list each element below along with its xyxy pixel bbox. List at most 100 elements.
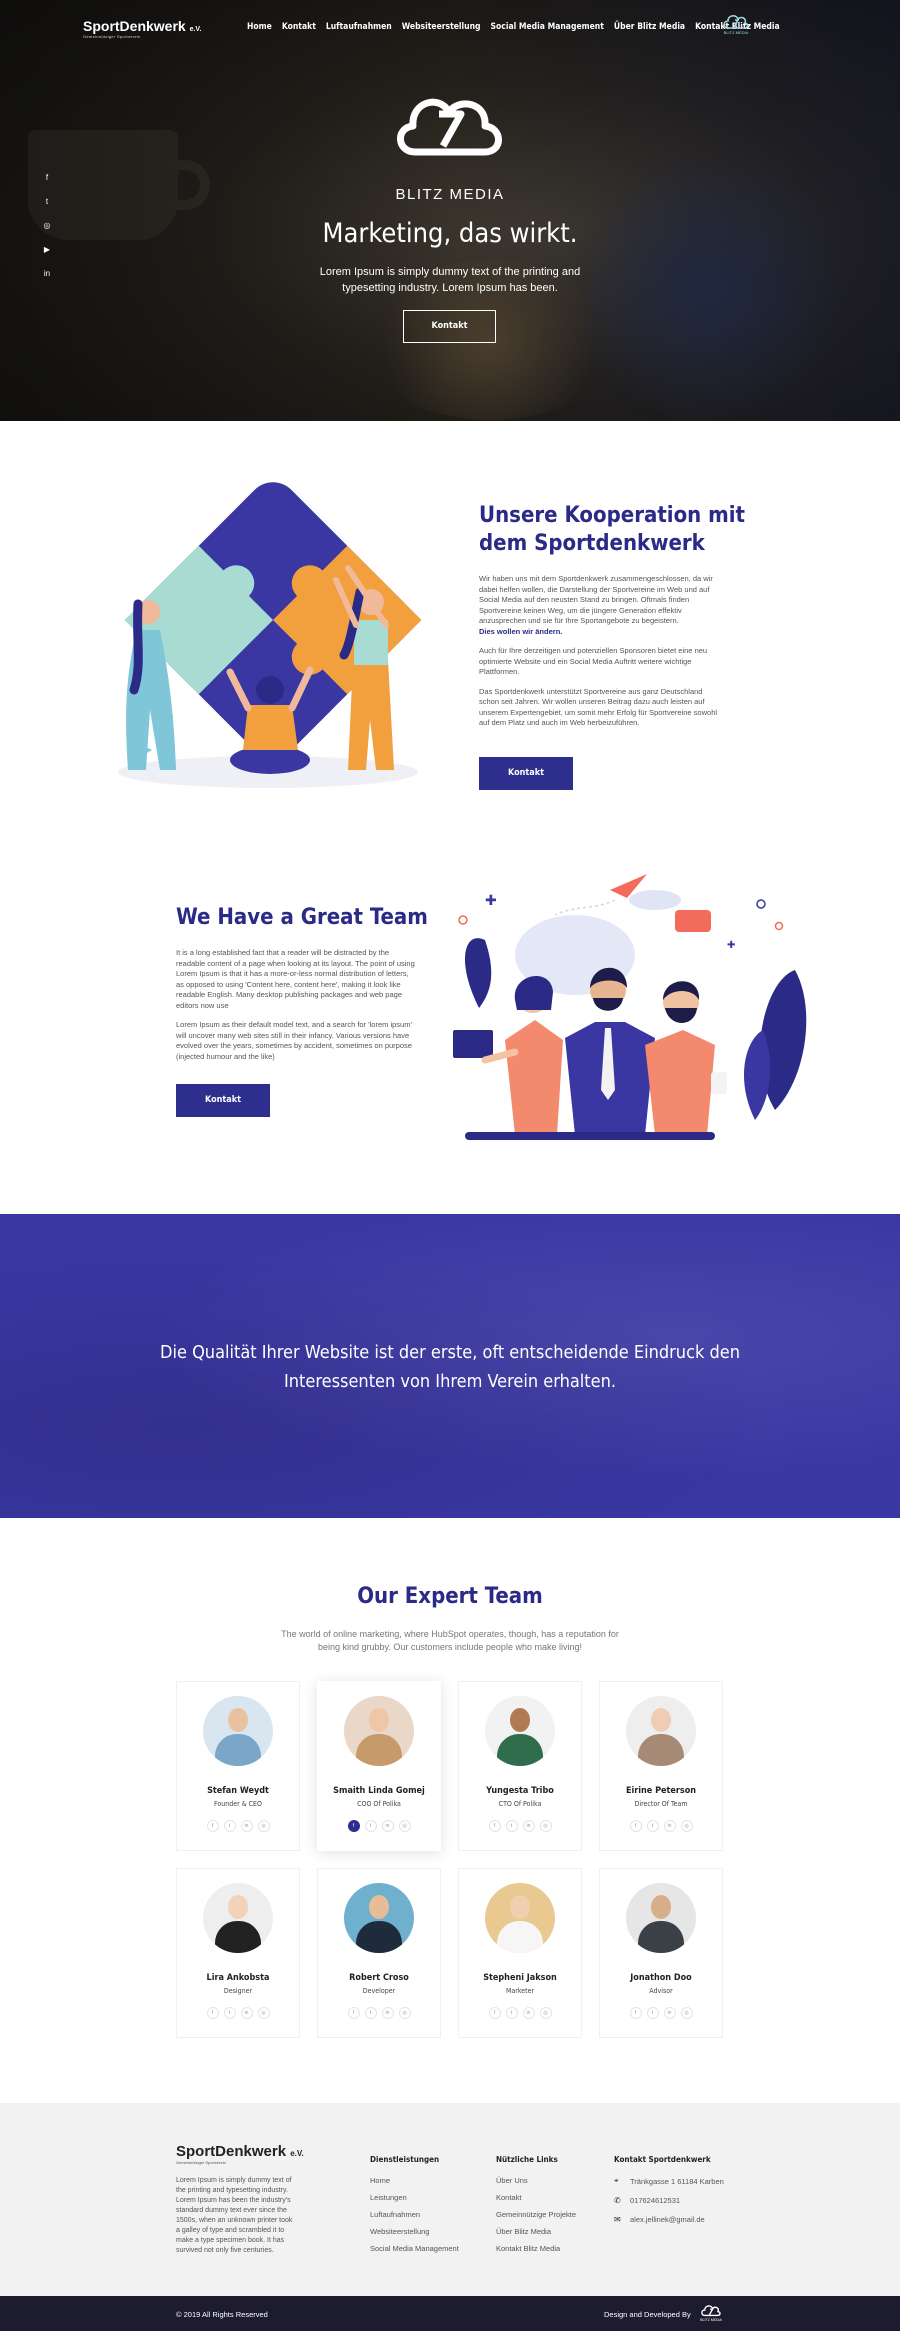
facebook-icon[interactable]: f bbox=[488, 2007, 501, 2019]
facebook-icon[interactable]: f bbox=[42, 172, 52, 184]
photo-body bbox=[638, 1921, 684, 1953]
team-member-photo bbox=[203, 1883, 273, 1953]
blitz-media-small-logo[interactable]: BLITZ MEDIA bbox=[721, 12, 751, 35]
team-member-card[interactable]: Yungesta Tribo CTO Of Polika f t in ◎ bbox=[458, 1681, 582, 1851]
footer-link-ueber-uns[interactable]: Über Uns bbox=[496, 2176, 576, 2185]
facebook-icon[interactable]: f bbox=[347, 2007, 360, 2019]
team-member-social-links: f t in ◎ bbox=[600, 2007, 722, 2019]
instagram-icon[interactable]: ◎ bbox=[257, 2007, 270, 2019]
instagram-icon[interactable]: ◎ bbox=[680, 2007, 693, 2019]
team-member-social-links: f t in ◎ bbox=[600, 1820, 722, 1832]
footer-link-luftaufnahmen[interactable]: Luftaufnahmen bbox=[370, 2210, 459, 2219]
team-member-card[interactable]: Smaith Linda Gomej COO Of Polika f t in ◎ bbox=[317, 1681, 441, 1851]
menu-item-luftaufnahmen[interactable]: Luftaufnahmen bbox=[326, 22, 392, 32]
team-member-card[interactable]: Jonathon Doo Advisor f t in ◎ bbox=[599, 1868, 723, 2038]
footer-email[interactable]: ✉ alex.jellinek@gmail.de bbox=[614, 2215, 724, 2224]
footer-link-kontakt[interactable]: Kontakt bbox=[496, 2193, 576, 2202]
footer-link-projekte[interactable]: Gemeinnützige Projekte bbox=[496, 2210, 576, 2219]
menu-item-social-media[interactable]: Social Media Management bbox=[491, 22, 604, 32]
facebook-icon[interactable]: f bbox=[206, 2007, 219, 2019]
photo-head bbox=[510, 1708, 530, 1732]
puzzle-illustration bbox=[118, 482, 422, 788]
footer-logo-suffix: e.V. bbox=[290, 2149, 304, 2158]
instagram-icon[interactable]: ◎ bbox=[539, 2007, 552, 2019]
hero-kontakt-button[interactable]: Kontakt bbox=[403, 310, 496, 343]
footer-contact-title: Kontakt Sportdenkwerk bbox=[614, 2155, 711, 2164]
twitter-icon[interactable]: t bbox=[223, 1820, 236, 1832]
menu-item-websiteerstellung[interactable]: Websiteerstellung bbox=[402, 22, 481, 32]
mail-icon: ✉ bbox=[614, 2215, 621, 2224]
twitter-icon[interactable]: t bbox=[364, 2007, 377, 2019]
footer-services-title: Dienstleistungen bbox=[370, 2155, 440, 2164]
quote-section: Die Qualität Ihrer Website ist der erste… bbox=[0, 1214, 900, 1518]
facebook-icon[interactable]: f bbox=[206, 1820, 219, 1832]
instagram-icon[interactable]: ◎ bbox=[398, 1820, 411, 1832]
menu-item-kontakt[interactable]: Kontakt bbox=[282, 22, 316, 32]
instagram-icon[interactable]: ◎ bbox=[398, 2007, 411, 2019]
blitz-media-cloud-logo bbox=[397, 98, 502, 156]
linkedin-icon[interactable]: in bbox=[381, 1820, 394, 1832]
footer-link-home[interactable]: Home bbox=[370, 2176, 459, 2185]
linkedin-icon[interactable]: in bbox=[522, 2007, 535, 2019]
linkedin-icon[interactable]: in bbox=[240, 1820, 253, 1832]
menu-item-ueber-blitz-media[interactable]: Über Blitz Media bbox=[614, 22, 685, 32]
team-member-social-links: f t in ◎ bbox=[318, 1820, 440, 1832]
footer-link-ueber-blitz-media[interactable]: Über Blitz Media bbox=[496, 2227, 576, 2236]
photo-body bbox=[356, 1921, 402, 1953]
photo-body bbox=[215, 1921, 261, 1953]
linkedin-icon[interactable]: in bbox=[42, 268, 52, 280]
twitter-icon[interactable]: t bbox=[505, 2007, 518, 2019]
photo-body bbox=[638, 1734, 684, 1766]
instagram-icon[interactable]: ◎ bbox=[539, 1820, 552, 1832]
instagram-icon[interactable]: ◎ bbox=[257, 1820, 270, 1832]
team-illustration: ✚ ✚ bbox=[453, 874, 807, 1140]
footer-link-leistungen[interactable]: Leistungen bbox=[370, 2193, 459, 2202]
footer-link-websiteerstellung[interactable]: Websiteerstellung bbox=[370, 2227, 459, 2236]
footer-link-social-media[interactable]: Social Media Management bbox=[370, 2244, 459, 2253]
team-member-social-links: f t in ◎ bbox=[459, 1820, 581, 1832]
linkedin-icon[interactable]: in bbox=[663, 1820, 676, 1832]
footer-link-kontakt-blitz-media[interactable]: Kontakt Blitz Media bbox=[496, 2244, 576, 2253]
linkedin-icon[interactable]: in bbox=[522, 1820, 535, 1832]
team-member-card[interactable]: Stefan Weydt Founder & CEO f t in ◎ bbox=[176, 1681, 300, 1851]
team-member-name: Lira Ankobsta bbox=[206, 1973, 270, 1983]
kooperation-kontakt-button[interactable]: Kontakt bbox=[479, 757, 573, 790]
team-member-name: Stefan Weydt bbox=[207, 1786, 269, 1796]
photo-head bbox=[369, 1895, 389, 1919]
footer-phone[interactable]: ✆ 017624612531 bbox=[614, 2196, 724, 2205]
facebook-icon[interactable]: f bbox=[629, 2007, 642, 2019]
developer-logo-label: BLITZ MEDIA bbox=[700, 2318, 722, 2322]
team-member-photo bbox=[626, 1883, 696, 1953]
team-member-photo bbox=[626, 1696, 696, 1766]
linkedin-icon[interactable]: in bbox=[663, 2007, 676, 2019]
twitter-icon[interactable]: t bbox=[646, 1820, 659, 1832]
developer-logo[interactable]: BLITZ MEDIA bbox=[700, 2303, 722, 2322]
twitter-icon[interactable]: t bbox=[364, 1820, 377, 1832]
footer-logo[interactable]: SportDenkwerk e.V. Gemeinnütziger Sportv… bbox=[176, 2143, 304, 2165]
instagram-icon[interactable]: ◎ bbox=[680, 1820, 693, 1832]
team-member-photo bbox=[485, 1883, 555, 1953]
team-member-card[interactable]: Stepheni Jakson Marketer f t in ◎ bbox=[458, 1868, 582, 2038]
menu-item-home[interactable]: Home bbox=[247, 22, 272, 32]
team-member-name: Jonathon Doo bbox=[630, 1973, 692, 1983]
facebook-icon[interactable]: f bbox=[629, 1820, 642, 1832]
facebook-icon[interactable]: f bbox=[347, 1820, 360, 1832]
twitter-icon[interactable]: t bbox=[505, 1820, 518, 1832]
twitter-icon[interactable]: t bbox=[223, 2007, 236, 2019]
twitter-icon[interactable]: t bbox=[646, 2007, 659, 2019]
team-member-card[interactable]: Robert Croso Developer f t in ◎ bbox=[317, 1868, 441, 2038]
team-paragraph-2: Lorem Ipsum as their default model text,… bbox=[176, 1020, 412, 1061]
developed-by-text: Design and Developed By bbox=[604, 2310, 691, 2319]
team-kontakt-button[interactable]: Kontakt bbox=[176, 1084, 270, 1117]
facebook-icon[interactable]: f bbox=[488, 1820, 501, 1832]
linkedin-icon[interactable]: in bbox=[240, 2007, 253, 2019]
team-member-name: Stepheni Jakson bbox=[483, 1973, 557, 1983]
team-member-role: Marketer bbox=[505, 1987, 535, 1995]
team-member-card[interactable]: Eirine Peterson Director Of Team f t in ◎ bbox=[599, 1681, 723, 1851]
linkedin-icon[interactable]: in bbox=[381, 2007, 394, 2019]
sportdenkwerk-logo[interactable]: SportDenkwerk e.V. Gemeinnütziger Sportv… bbox=[83, 18, 201, 39]
team-member-card[interactable]: Lira Ankobsta Designer f t in ◎ bbox=[176, 1868, 300, 2038]
footer-logo-subtitle: Gemeinnütziger Sportverein bbox=[176, 2160, 226, 2165]
team-text: It is a long established fact that a rea… bbox=[176, 948, 416, 1071]
team-member-social-links: f t in ◎ bbox=[177, 1820, 299, 1832]
